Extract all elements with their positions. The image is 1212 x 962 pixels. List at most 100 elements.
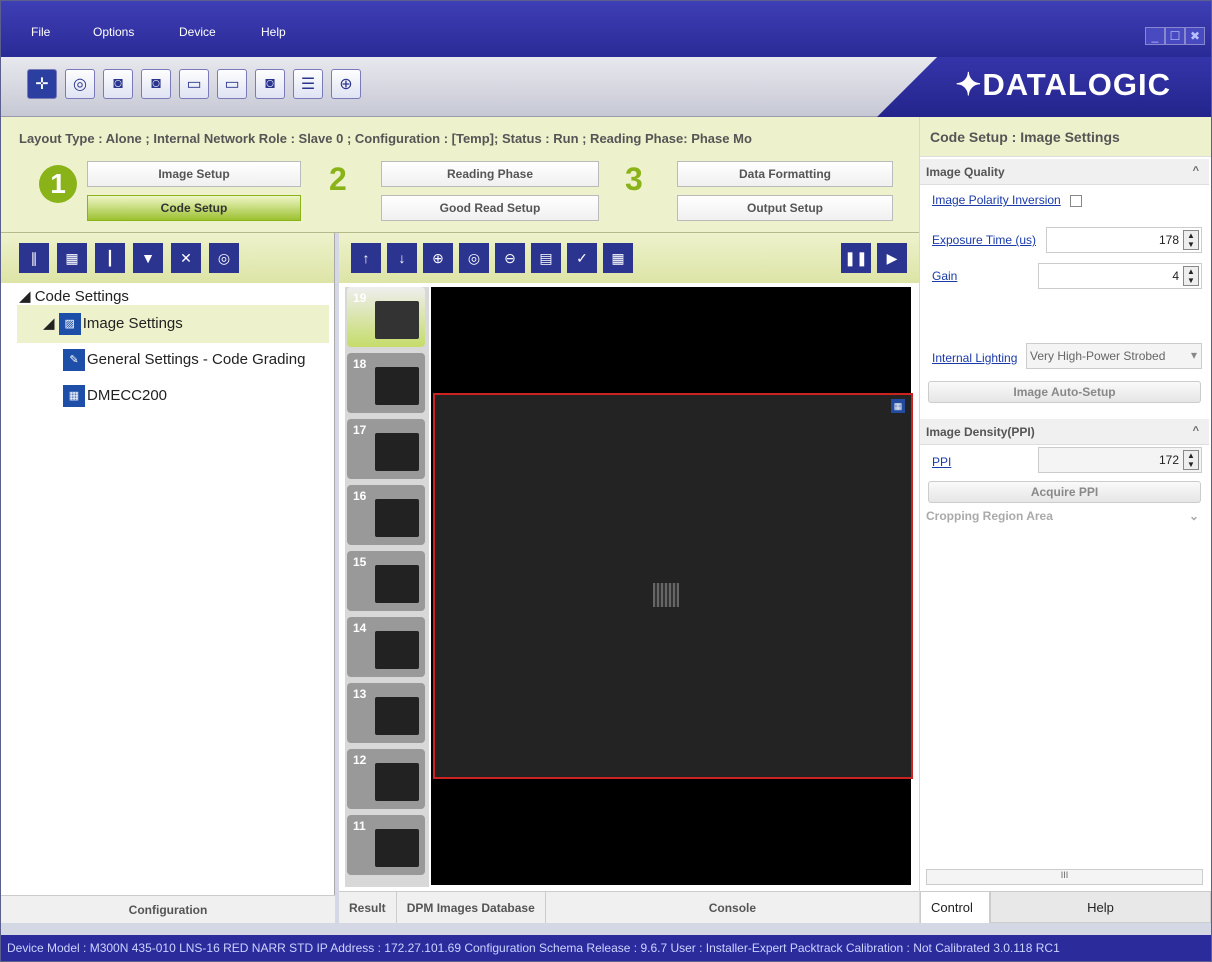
output-setup-button[interactable]: Output Setup xyxy=(677,195,893,221)
datalogic-logo: ✦DATALOGIC xyxy=(955,67,1171,102)
search-icon[interactable]: ◎ xyxy=(209,243,239,273)
thumbnail-18[interactable]: 18 xyxy=(347,353,425,413)
zoom-out-icon[interactable]: ⊖ xyxy=(495,243,525,273)
image-auto-setup-button[interactable]: Image Auto-Setup xyxy=(928,381,1201,403)
horizontal-scrollbar[interactable]: III xyxy=(926,869,1203,885)
target-icon[interactable]: ✛ xyxy=(27,69,57,99)
image-viewer-panel: ↑ ↓ ⊕ ◎ ⊖ ▤ ✓ ▦ ❚❚ ▶ 19 18 17 16 15 14 1… xyxy=(339,233,919,923)
region-of-interest[interactable]: ▦ xyxy=(433,393,913,779)
exposure-time-label[interactable]: Exposure Time (us) xyxy=(932,233,1036,247)
chevron-down-icon[interactable]: ▾ xyxy=(1191,348,1197,362)
spinner-icon[interactable]: ▲ ▼ xyxy=(1183,266,1199,286)
section-title: Image Quality xyxy=(926,165,1005,179)
thumbnail-15[interactable]: 15 xyxy=(347,551,425,611)
tree-item-image-settings[interactable]: ◢ ▨ Image Settings xyxy=(43,313,183,335)
menubar: File Options Device Help _ ☐ ✖ xyxy=(1,1,1211,57)
section-title: Image Density(PPI) xyxy=(926,425,1035,439)
datamatrix-icon[interactable]: ▦ xyxy=(57,243,87,273)
image-display[interactable]: ▦ xyxy=(431,287,913,885)
tree-collapse-icon[interactable]: ◢ xyxy=(43,315,59,332)
minimize-button[interactable]: _ xyxy=(1145,27,1165,45)
camera-disk-icon[interactable]: ◙ xyxy=(255,69,285,99)
chevron-up-icon[interactable]: ^ xyxy=(1193,425,1199,437)
gain-input[interactable]: 4 ▲ ▼ xyxy=(1038,263,1202,289)
filter-icon[interactable]: ▼ xyxy=(133,243,163,273)
spinner-icon[interactable]: ▲ ▼ xyxy=(1183,230,1199,250)
step-2-badge: 2 xyxy=(329,161,347,197)
spinner-icon[interactable]: ▲ ▼ xyxy=(1183,450,1199,470)
chevron-up-icon[interactable]: ^ xyxy=(1193,165,1199,177)
thumbnail-14[interactable]: 14 xyxy=(347,617,425,677)
thumbnail-strip[interactable]: 19 18 17 16 15 14 13 12 11 xyxy=(345,287,429,887)
delete-icon[interactable]: ✕ xyxy=(171,243,201,273)
tree-item-label: DMECC200 xyxy=(87,386,168,404)
cropping-region-header[interactable]: Cropping Region Area ⌄ xyxy=(926,509,1203,523)
thumbnail-19[interactable]: 19 xyxy=(347,287,425,347)
crosshair-icon[interactable]: ⊕ xyxy=(331,69,361,99)
menu-help[interactable]: Help xyxy=(261,25,286,39)
image-polarity-label[interactable]: Image Polarity Inversion xyxy=(932,193,1061,207)
internal-lighting-label[interactable]: Internal Lighting xyxy=(932,351,1017,365)
zoom-100-icon[interactable]: ◎ xyxy=(459,243,489,273)
chevron-down-icon[interactable]: ⌄ xyxy=(1189,509,1199,523)
camera-list-icon[interactable]: ☰ xyxy=(293,69,323,99)
tab-console[interactable]: Console xyxy=(546,892,919,923)
thumbnail-16[interactable]: 16 xyxy=(347,485,425,545)
window-save-icon[interactable]: ▭ xyxy=(217,69,247,99)
zoom-in-icon[interactable]: ⊕ xyxy=(423,243,453,273)
thumbnail-12[interactable]: 12 xyxy=(347,749,425,809)
window-buttons: _ ☐ ✖ xyxy=(1145,27,1205,45)
tree-root[interactable]: ◢ Code Settings xyxy=(19,287,129,305)
down-arrow-icon[interactable]: ↓ xyxy=(387,243,417,273)
tab-control[interactable]: Control xyxy=(920,891,990,923)
tab-result[interactable]: Result xyxy=(339,892,397,923)
thumbnail-number: 13 xyxy=(353,687,367,701)
pause-icon[interactable]: ❚❚ xyxy=(841,243,871,273)
thumbnail-13[interactable]: 13 xyxy=(347,683,425,743)
check-icon[interactable]: ✓ xyxy=(567,243,597,273)
tree-item-general-settings[interactable]: ✎ General Settings - Code Grading xyxy=(63,349,305,371)
reading-phase-button[interactable]: Reading Phase xyxy=(381,161,599,187)
tree-item-label: Image Settings xyxy=(82,314,183,332)
ppi-input[interactable]: 172 ▲ ▼ xyxy=(1038,447,1202,473)
image-setup-button[interactable]: Image Setup xyxy=(87,161,301,187)
menu-file[interactable]: File xyxy=(31,25,50,39)
tree-item-dmecc200[interactable]: ▦ DMECC200 xyxy=(63,385,167,407)
ppi-value: 172 xyxy=(1158,453,1179,467)
tab-help[interactable]: Help xyxy=(990,891,1211,923)
internal-lighting-select[interactable]: Very High-Power Strobed ▾ xyxy=(1026,343,1202,369)
up-arrow-icon[interactable]: ↑ xyxy=(351,243,381,273)
exposure-time-input[interactable]: 178 ▲ ▼ xyxy=(1046,227,1202,253)
restore-button[interactable]: ☐ xyxy=(1165,27,1185,45)
camera-send-icon[interactable]: ◙ xyxy=(103,69,133,99)
save-image-icon[interactable]: ▤ xyxy=(531,243,561,273)
menu-device[interactable]: Device xyxy=(179,25,216,39)
close-button[interactable]: ✖ xyxy=(1185,27,1205,45)
code-setup-button[interactable]: Code Setup xyxy=(87,195,301,221)
gain-label[interactable]: Gain xyxy=(932,269,957,283)
ppi-label[interactable]: PPI xyxy=(932,455,951,469)
grid-icon[interactable]: ▦ xyxy=(603,243,633,273)
roi-settings-icon[interactable]: ▦ xyxy=(891,399,905,413)
tab-configuration[interactable]: Configuration xyxy=(1,895,335,923)
image-density-header[interactable]: Image Density(PPI) ^ xyxy=(920,419,1209,445)
postal-icon[interactable]: ┃ xyxy=(95,243,125,273)
window-send-icon[interactable]: ▭ xyxy=(179,69,209,99)
control-panel: Image Quality ^ Image Polarity Inversion … xyxy=(920,157,1211,923)
camera-save-icon[interactable]: ◙ xyxy=(141,69,171,99)
tree-collapse-icon[interactable]: ◢ xyxy=(19,288,35,305)
thumbnail-number: 17 xyxy=(353,423,367,437)
polarity-checkbox[interactable] xyxy=(1070,195,1082,207)
thumbnail-17[interactable]: 17 xyxy=(347,419,425,479)
datamatrix-code-image xyxy=(653,583,679,607)
cameras-icon[interactable]: ◎ xyxy=(65,69,95,99)
tab-dpm-images-database[interactable]: DPM Images Database xyxy=(397,892,546,923)
good-read-setup-button[interactable]: Good Read Setup xyxy=(381,195,599,221)
barcode-icon[interactable]: ∥ xyxy=(19,243,49,273)
thumbnail-11[interactable]: 11 xyxy=(347,815,425,875)
data-formatting-button[interactable]: Data Formatting xyxy=(677,161,893,187)
acquire-ppi-button[interactable]: Acquire PPI xyxy=(928,481,1201,503)
step-icon[interactable]: ▶ xyxy=(877,243,907,273)
menu-options[interactable]: Options xyxy=(93,25,134,39)
image-quality-header[interactable]: Image Quality ^ xyxy=(920,159,1209,185)
